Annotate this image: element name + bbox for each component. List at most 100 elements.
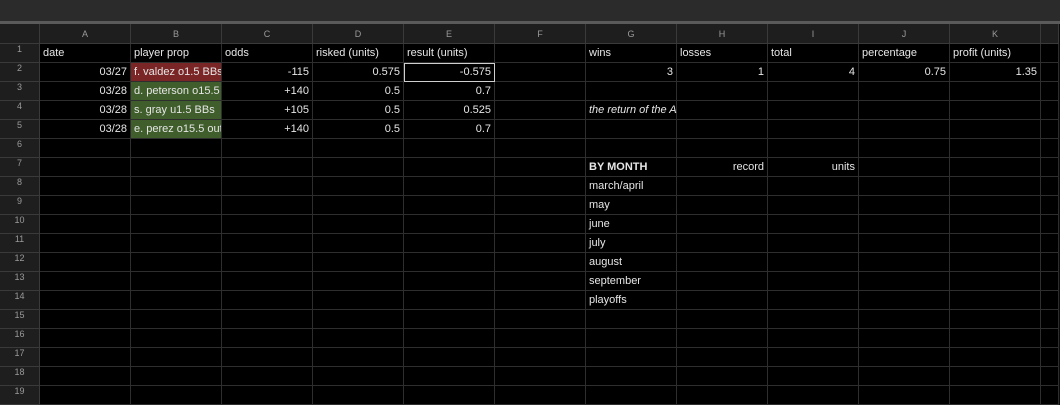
cell-g10[interactable]: june (586, 215, 677, 234)
cell-i5[interactable] (768, 120, 859, 139)
row-header-3[interactable]: 3 (0, 82, 40, 101)
cell-k3[interactable] (950, 82, 1041, 101)
cell-k11[interactable] (950, 234, 1041, 253)
cell-b8[interactable] (131, 177, 222, 196)
cell-k16[interactable] (950, 329, 1041, 348)
cell-e3[interactable]: 0.7 (404, 82, 495, 101)
cell-g12[interactable]: august (586, 253, 677, 272)
cell-f18[interactable] (495, 367, 586, 386)
cell-k8[interactable] (950, 177, 1041, 196)
row-header-17[interactable]: 17 (0, 348, 40, 367)
cell-a12[interactable] (40, 253, 131, 272)
cell-j3[interactable] (859, 82, 950, 101)
cell-e18[interactable] (404, 367, 495, 386)
column-header-i[interactable]: I (768, 24, 859, 44)
cell-h14[interactable] (677, 291, 768, 310)
row-header-2[interactable]: 2 (0, 63, 40, 82)
cell-k10[interactable] (950, 215, 1041, 234)
cell-g13[interactable]: september (586, 272, 677, 291)
cell-d18[interactable] (313, 367, 404, 386)
cell-c8[interactable] (222, 177, 313, 196)
cell-i19[interactable] (768, 386, 859, 405)
cell-b9[interactable] (131, 196, 222, 215)
cell-j12[interactable] (859, 253, 950, 272)
column-header-e[interactable]: E (404, 24, 495, 44)
cell-a6[interactable] (40, 139, 131, 158)
cell-h8[interactable] (677, 177, 768, 196)
cell-b18[interactable] (131, 367, 222, 386)
cell-f7[interactable] (495, 158, 586, 177)
cell-k13[interactable] (950, 272, 1041, 291)
cell-h1[interactable]: losses (677, 44, 768, 63)
cell-f15[interactable] (495, 310, 586, 329)
cell-i17[interactable] (768, 348, 859, 367)
cell-i9[interactable] (768, 196, 859, 215)
cell-d11[interactable] (313, 234, 404, 253)
cell-j4[interactable] (859, 101, 950, 120)
row-header-9[interactable]: 9 (0, 196, 40, 215)
cell-b6[interactable] (131, 139, 222, 158)
cell-a19[interactable] (40, 386, 131, 405)
cell-e1[interactable]: result (units) (404, 44, 495, 63)
cell-e14[interactable] (404, 291, 495, 310)
cell-e15[interactable] (404, 310, 495, 329)
cell-c13[interactable] (222, 272, 313, 291)
cell-i2[interactable]: 4 (768, 63, 859, 82)
cell-d8[interactable] (313, 177, 404, 196)
cell-j10[interactable] (859, 215, 950, 234)
cell-a18[interactable] (40, 367, 131, 386)
cell-b13[interactable] (131, 272, 222, 291)
cell-k6[interactable] (950, 139, 1041, 158)
cell-k17[interactable] (950, 348, 1041, 367)
column-header-g[interactable]: G (586, 24, 677, 44)
cell-g14[interactable]: playoffs (586, 291, 677, 310)
row-header-15[interactable]: 15 (0, 310, 40, 329)
cell-h5[interactable] (677, 120, 768, 139)
cell-c16[interactable] (222, 329, 313, 348)
cell-d3[interactable]: 0.5 (313, 82, 404, 101)
cell-k7[interactable] (950, 158, 1041, 177)
cell-e7[interactable] (404, 158, 495, 177)
column-header-k[interactable]: K (950, 24, 1041, 44)
column-header-d[interactable]: D (313, 24, 404, 44)
cell-d2[interactable]: 0.575 (313, 63, 404, 82)
cell-h3[interactable] (677, 82, 768, 101)
cell-b7[interactable] (131, 158, 222, 177)
cell-i15[interactable] (768, 310, 859, 329)
cell-b2[interactable]: f. valdez o1.5 BBs (131, 63, 222, 82)
cell-a4[interactable]: 03/28 (40, 101, 131, 120)
row-header-1[interactable]: 1 (0, 44, 40, 63)
cell-f13[interactable] (495, 272, 586, 291)
cell-k19[interactable] (950, 386, 1041, 405)
row-header-16[interactable]: 16 (0, 329, 40, 348)
cell-a8[interactable] (40, 177, 131, 196)
cell-k9[interactable] (950, 196, 1041, 215)
cell-e4[interactable]: 0.525 (404, 101, 495, 120)
cell-k14[interactable] (950, 291, 1041, 310)
cell-k15[interactable] (950, 310, 1041, 329)
cell-a17[interactable] (40, 348, 131, 367)
cell-a1[interactable]: date (40, 44, 131, 63)
cell-f9[interactable] (495, 196, 586, 215)
cell-d12[interactable] (313, 253, 404, 272)
cell-g6[interactable] (586, 139, 677, 158)
cell-c19[interactable] (222, 386, 313, 405)
cell-h6[interactable] (677, 139, 768, 158)
cell-j16[interactable] (859, 329, 950, 348)
cell-a9[interactable] (40, 196, 131, 215)
cell-b12[interactable] (131, 253, 222, 272)
cell-g7[interactable]: BY MONTH (586, 158, 677, 177)
cell-i10[interactable] (768, 215, 859, 234)
cell-b16[interactable] (131, 329, 222, 348)
cell-g18[interactable] (586, 367, 677, 386)
cell-j8[interactable] (859, 177, 950, 196)
cell-g17[interactable] (586, 348, 677, 367)
cell-d14[interactable] (313, 291, 404, 310)
cell-c1[interactable]: odds (222, 44, 313, 63)
cell-b10[interactable] (131, 215, 222, 234)
cell-g15[interactable] (586, 310, 677, 329)
cell-k18[interactable] (950, 367, 1041, 386)
cell-e19[interactable] (404, 386, 495, 405)
cell-j15[interactable] (859, 310, 950, 329)
row-header-5[interactable]: 5 (0, 120, 40, 139)
